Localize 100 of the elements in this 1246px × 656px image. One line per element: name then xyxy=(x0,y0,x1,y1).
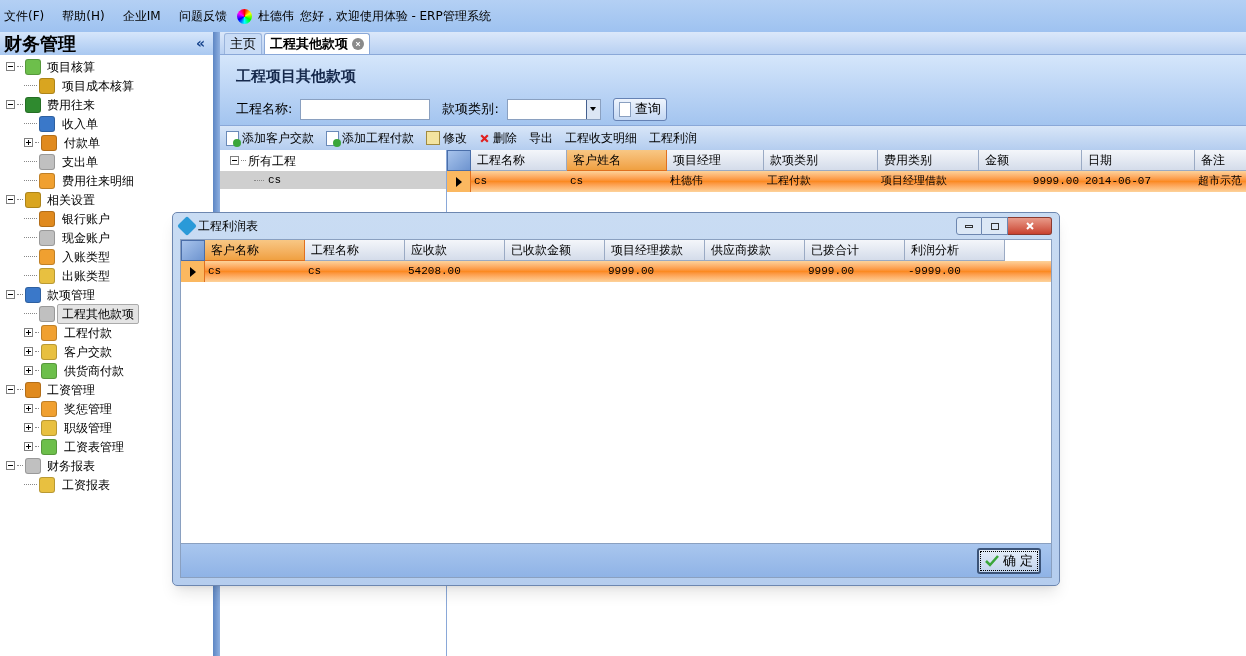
tree-node-icon xyxy=(25,191,41,208)
select-all-corner[interactable] xyxy=(181,240,205,261)
column-header[interactable]: 备注 xyxy=(1195,150,1246,171)
table-cell-text: 超市示范 xyxy=(1198,174,1242,190)
column-header[interactable]: 项目经理拨款 xyxy=(605,240,705,261)
toolbar-button[interactable]: 添加客户交款 xyxy=(226,129,314,147)
tree-item-row[interactable]: cs xyxy=(220,171,446,189)
tree-item[interactable]: 支出单 xyxy=(57,151,103,172)
tree-node-icon xyxy=(25,457,41,474)
collapse-toggle-icon[interactable] xyxy=(6,385,15,394)
expand-toggle-icon[interactable] xyxy=(24,423,33,432)
collapse-toggle-icon[interactable] xyxy=(6,461,15,470)
column-header[interactable]: 工程名称 xyxy=(305,240,405,261)
tree-item[interactable]: 项目核算 xyxy=(43,57,99,76)
menu-item[interactable]: 帮助(H) xyxy=(62,7,105,25)
table-cell-text: cs xyxy=(308,264,322,280)
tree-item[interactable]: 项目成本核算 xyxy=(57,75,139,96)
category-dropdown[interactable] xyxy=(506,98,601,120)
minimize-button[interactable] xyxy=(956,217,982,235)
ok-button[interactable]: 确 定 xyxy=(976,547,1041,574)
table-cell-text: cs xyxy=(474,174,488,190)
toolbar-button[interactable]: 导出 xyxy=(529,129,553,147)
table-cell-text: 54208.00 xyxy=(408,264,461,280)
tab[interactable]: 工程其他款项 xyxy=(264,33,370,54)
tree-item[interactable]: 现金账户 xyxy=(57,227,115,248)
tree-item[interactable]: 工资报表 xyxy=(57,474,115,495)
collapse-toggle-icon[interactable] xyxy=(230,156,239,165)
tree-item[interactable]: 入账类型 xyxy=(57,246,115,267)
collapse-button[interactable]: « xyxy=(195,33,209,54)
column-header[interactable]: 金额 xyxy=(979,150,1082,171)
tree-item[interactable]: 职级管理 xyxy=(59,417,117,438)
table-cell-text: 9999.00 xyxy=(1032,174,1079,190)
column-header[interactable]: 款项类别 xyxy=(764,150,878,171)
tree-node-icon xyxy=(41,324,57,341)
column-header[interactable]: 客户姓名 xyxy=(567,150,667,171)
column-header[interactable]: 日期 xyxy=(1082,150,1195,171)
add-document-icon xyxy=(226,130,239,146)
toolbar-button[interactable]: 修改 xyxy=(426,129,467,147)
maximize-button[interactable] xyxy=(982,217,1008,235)
column-header[interactable]: 客户名称 xyxy=(205,240,305,261)
close-icon[interactable] xyxy=(352,38,364,50)
tree-node-icon xyxy=(41,419,57,436)
expand-toggle-icon[interactable] xyxy=(24,328,33,337)
tree-item[interactable]: 所有工程 xyxy=(248,151,296,170)
collapse-toggle-icon[interactable] xyxy=(6,100,15,109)
menu-item[interactable]: 企业IM xyxy=(122,7,161,25)
toolbar-button[interactable]: 添加工程付款 xyxy=(326,129,414,147)
table-row[interactable]: cs cs 54208.00 9999.00 9999.00 -9999.00 xyxy=(181,261,1051,282)
toolbar-button[interactable]: 删除 xyxy=(479,129,517,147)
table-cell-text: 9999.00 xyxy=(608,264,655,280)
tree-item[interactable]: 客户交款 xyxy=(59,341,117,362)
column-header[interactable]: 供应商拨款 xyxy=(705,240,805,261)
collapse-toggle-icon[interactable] xyxy=(6,195,15,204)
column-header[interactable]: 项目经理 xyxy=(667,150,764,171)
tab[interactable]: 主页 xyxy=(224,33,262,54)
tree-item[interactable]: 款项管理 xyxy=(43,285,99,304)
collapse-toggle-icon[interactable] xyxy=(6,62,15,71)
tree-item[interactable]: 出账类型 xyxy=(57,265,115,286)
search-button[interactable]: 查询 xyxy=(612,97,667,121)
expand-toggle-icon[interactable] xyxy=(24,404,33,413)
tree-item[interactable]: 相关设置 xyxy=(43,190,99,209)
tree-item[interactable]: 工程付款 xyxy=(59,322,117,343)
tree-item[interactable]: 费用往来 xyxy=(43,95,99,114)
tree-item[interactable]: 供货商付款 xyxy=(59,360,129,381)
toolbar-button[interactable]: 工程收支明细 xyxy=(565,129,637,147)
column-header[interactable]: 工程名称 xyxy=(471,150,567,171)
tree-item[interactable]: 工程其他款项 xyxy=(57,303,139,324)
close-button[interactable] xyxy=(1008,217,1052,235)
collapse-toggle-icon[interactable] xyxy=(6,290,15,299)
expand-toggle-icon[interactable] xyxy=(24,138,33,147)
table-row[interactable]: cs cs 杜德伟 工程付款 项目经理借款 9999.00 2014-06-07 超市示范 xyxy=(447,171,1246,192)
tree-item[interactable]: 付款单 xyxy=(59,132,105,153)
column-header[interactable]: 已拨合计 xyxy=(805,240,905,261)
tree-item[interactable]: cs xyxy=(268,171,282,189)
column-header[interactable]: 利润分析 xyxy=(905,240,1005,261)
expand-toggle-icon[interactable] xyxy=(24,347,33,356)
tree-item[interactable]: 工资管理 xyxy=(43,380,99,399)
select-all-corner[interactable] xyxy=(447,150,471,171)
column-header[interactable]: 应收款 xyxy=(405,240,505,261)
column-header[interactable]: 费用类别 xyxy=(878,150,979,171)
user-name: 杜德伟 xyxy=(257,8,294,25)
column-header[interactable]: 已收款金额 xyxy=(505,240,605,261)
tree-item[interactable]: 工资表管理 xyxy=(59,436,129,457)
table-cell-text: -9999.00 xyxy=(908,264,961,280)
project-name-field[interactable] xyxy=(300,98,431,120)
current-row-icon xyxy=(189,266,196,277)
tree-node-icon xyxy=(39,172,55,189)
expand-toggle-icon[interactable] xyxy=(24,366,33,375)
tree-item[interactable]: 银行账户 xyxy=(57,208,115,229)
tree-node-icon xyxy=(39,153,55,170)
tree-item[interactable]: 财务报表 xyxy=(43,456,99,475)
tree-item[interactable]: 费用往来明细 xyxy=(57,170,139,191)
menu-item[interactable]: 问题反馈 xyxy=(178,7,227,25)
tree-node-icon xyxy=(41,362,57,379)
tree-item[interactable]: 奖惩管理 xyxy=(59,398,117,419)
menu-item[interactable]: 文件(F) xyxy=(4,7,45,25)
expand-toggle-icon[interactable] xyxy=(24,442,33,451)
tree-item[interactable]: 收入单 xyxy=(57,113,103,134)
toolbar-button[interactable]: 工程利润 xyxy=(649,129,697,147)
close-icon xyxy=(479,132,490,144)
